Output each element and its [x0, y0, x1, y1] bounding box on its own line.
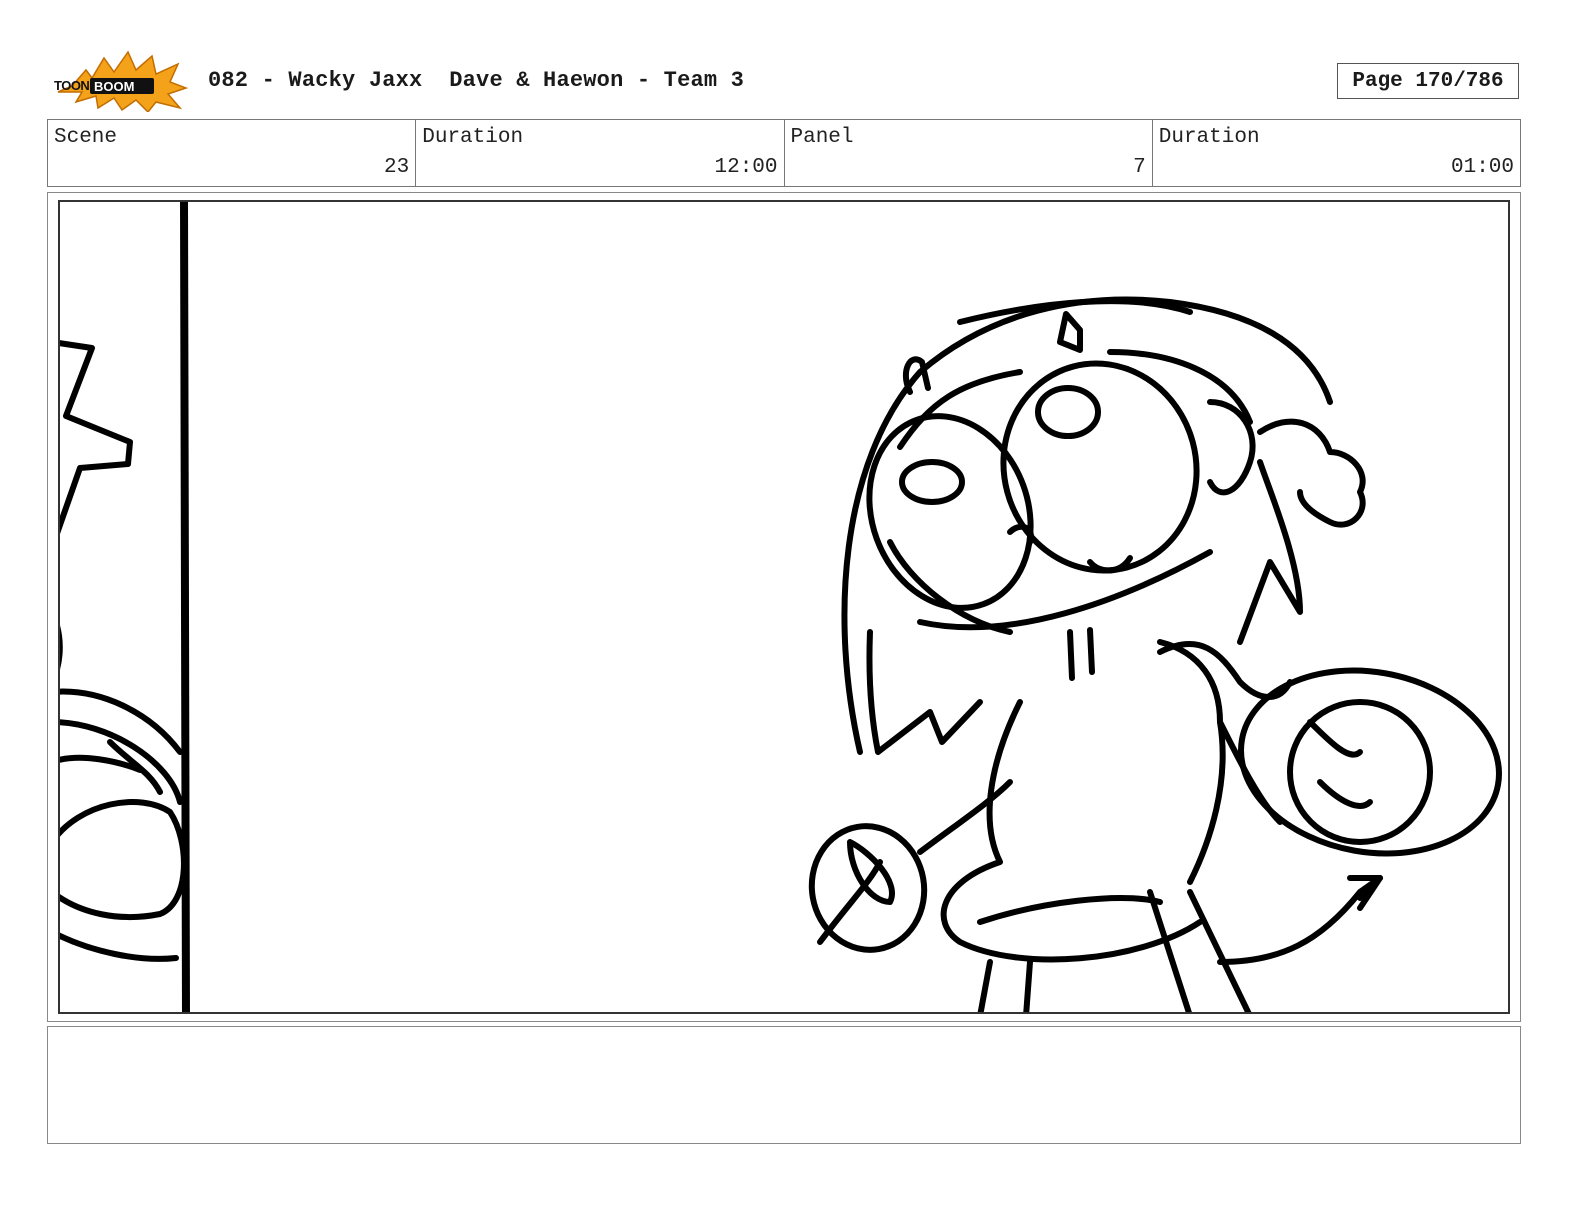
- panel-notes-box: [47, 1026, 1521, 1144]
- scene-cell: Scene 23: [48, 120, 417, 186]
- main-character-sketch: [808, 296, 1502, 1012]
- scene-label: Scene: [54, 126, 118, 149]
- storyboard-sketch: [60, 202, 1502, 1012]
- panel-value: 7: [1133, 156, 1146, 179]
- svg-text:BOOM: BOOM: [94, 79, 134, 94]
- panel-duration-value: 01:00: [1450, 156, 1514, 179]
- page-counter: Page 170/786: [1337, 63, 1519, 99]
- panel-label: Panel: [790, 126, 854, 149]
- document-title: 082 - Wacky Jaxx Dave & Haewon - Team 3: [208, 68, 745, 93]
- scene-duration-value: 12:00: [714, 156, 778, 179]
- foreground-character-sketch: [60, 340, 187, 962]
- panel-cut-line: [180, 202, 190, 1012]
- panel-cell: Panel 7: [785, 120, 1153, 186]
- scene-value: 23: [384, 156, 410, 179]
- toonboom-logo: TOON BOOM: [52, 48, 189, 114]
- panel-duration-cell: Duration 01:00: [1153, 120, 1520, 186]
- scene-duration-label: Duration: [422, 126, 524, 149]
- scene-duration-cell: Duration 12:00: [416, 120, 785, 186]
- storyboard-panel: [58, 200, 1510, 1014]
- logo-text: TOON: [54, 78, 89, 93]
- scene-info-row: Scene 23 Duration 12:00 Panel 7 Duration…: [47, 119, 1521, 187]
- panel-duration-label: Duration: [1158, 126, 1260, 149]
